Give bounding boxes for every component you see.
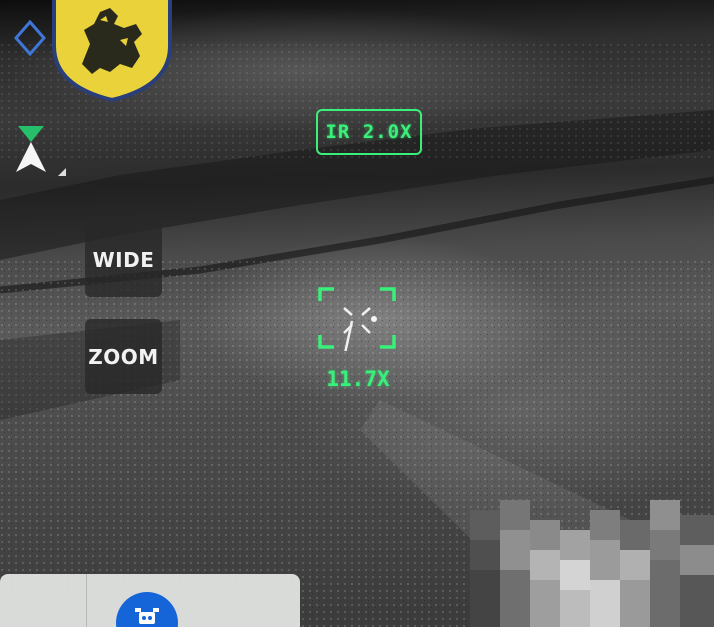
censor-pixelation bbox=[470, 500, 714, 627]
reticle-zoom-readout: 11.7X bbox=[326, 367, 390, 391]
diamond-compass-icon[interactable] bbox=[12, 20, 48, 56]
drone-icon bbox=[135, 608, 159, 624]
target-reticle bbox=[318, 287, 396, 351]
thermal-camera-view: WIDE ZOOM IR 2.0X 11.7X bbox=[0, 0, 714, 627]
panel-divider bbox=[86, 574, 87, 627]
lion-shield-icon bbox=[52, 0, 172, 102]
zoom-button[interactable]: ZOOM bbox=[85, 319, 162, 394]
wide-button[interactable]: WIDE bbox=[85, 222, 162, 297]
north-arrow-icon bbox=[16, 126, 66, 176]
ir-mode-badge[interactable]: IR 2.0X bbox=[316, 109, 422, 155]
